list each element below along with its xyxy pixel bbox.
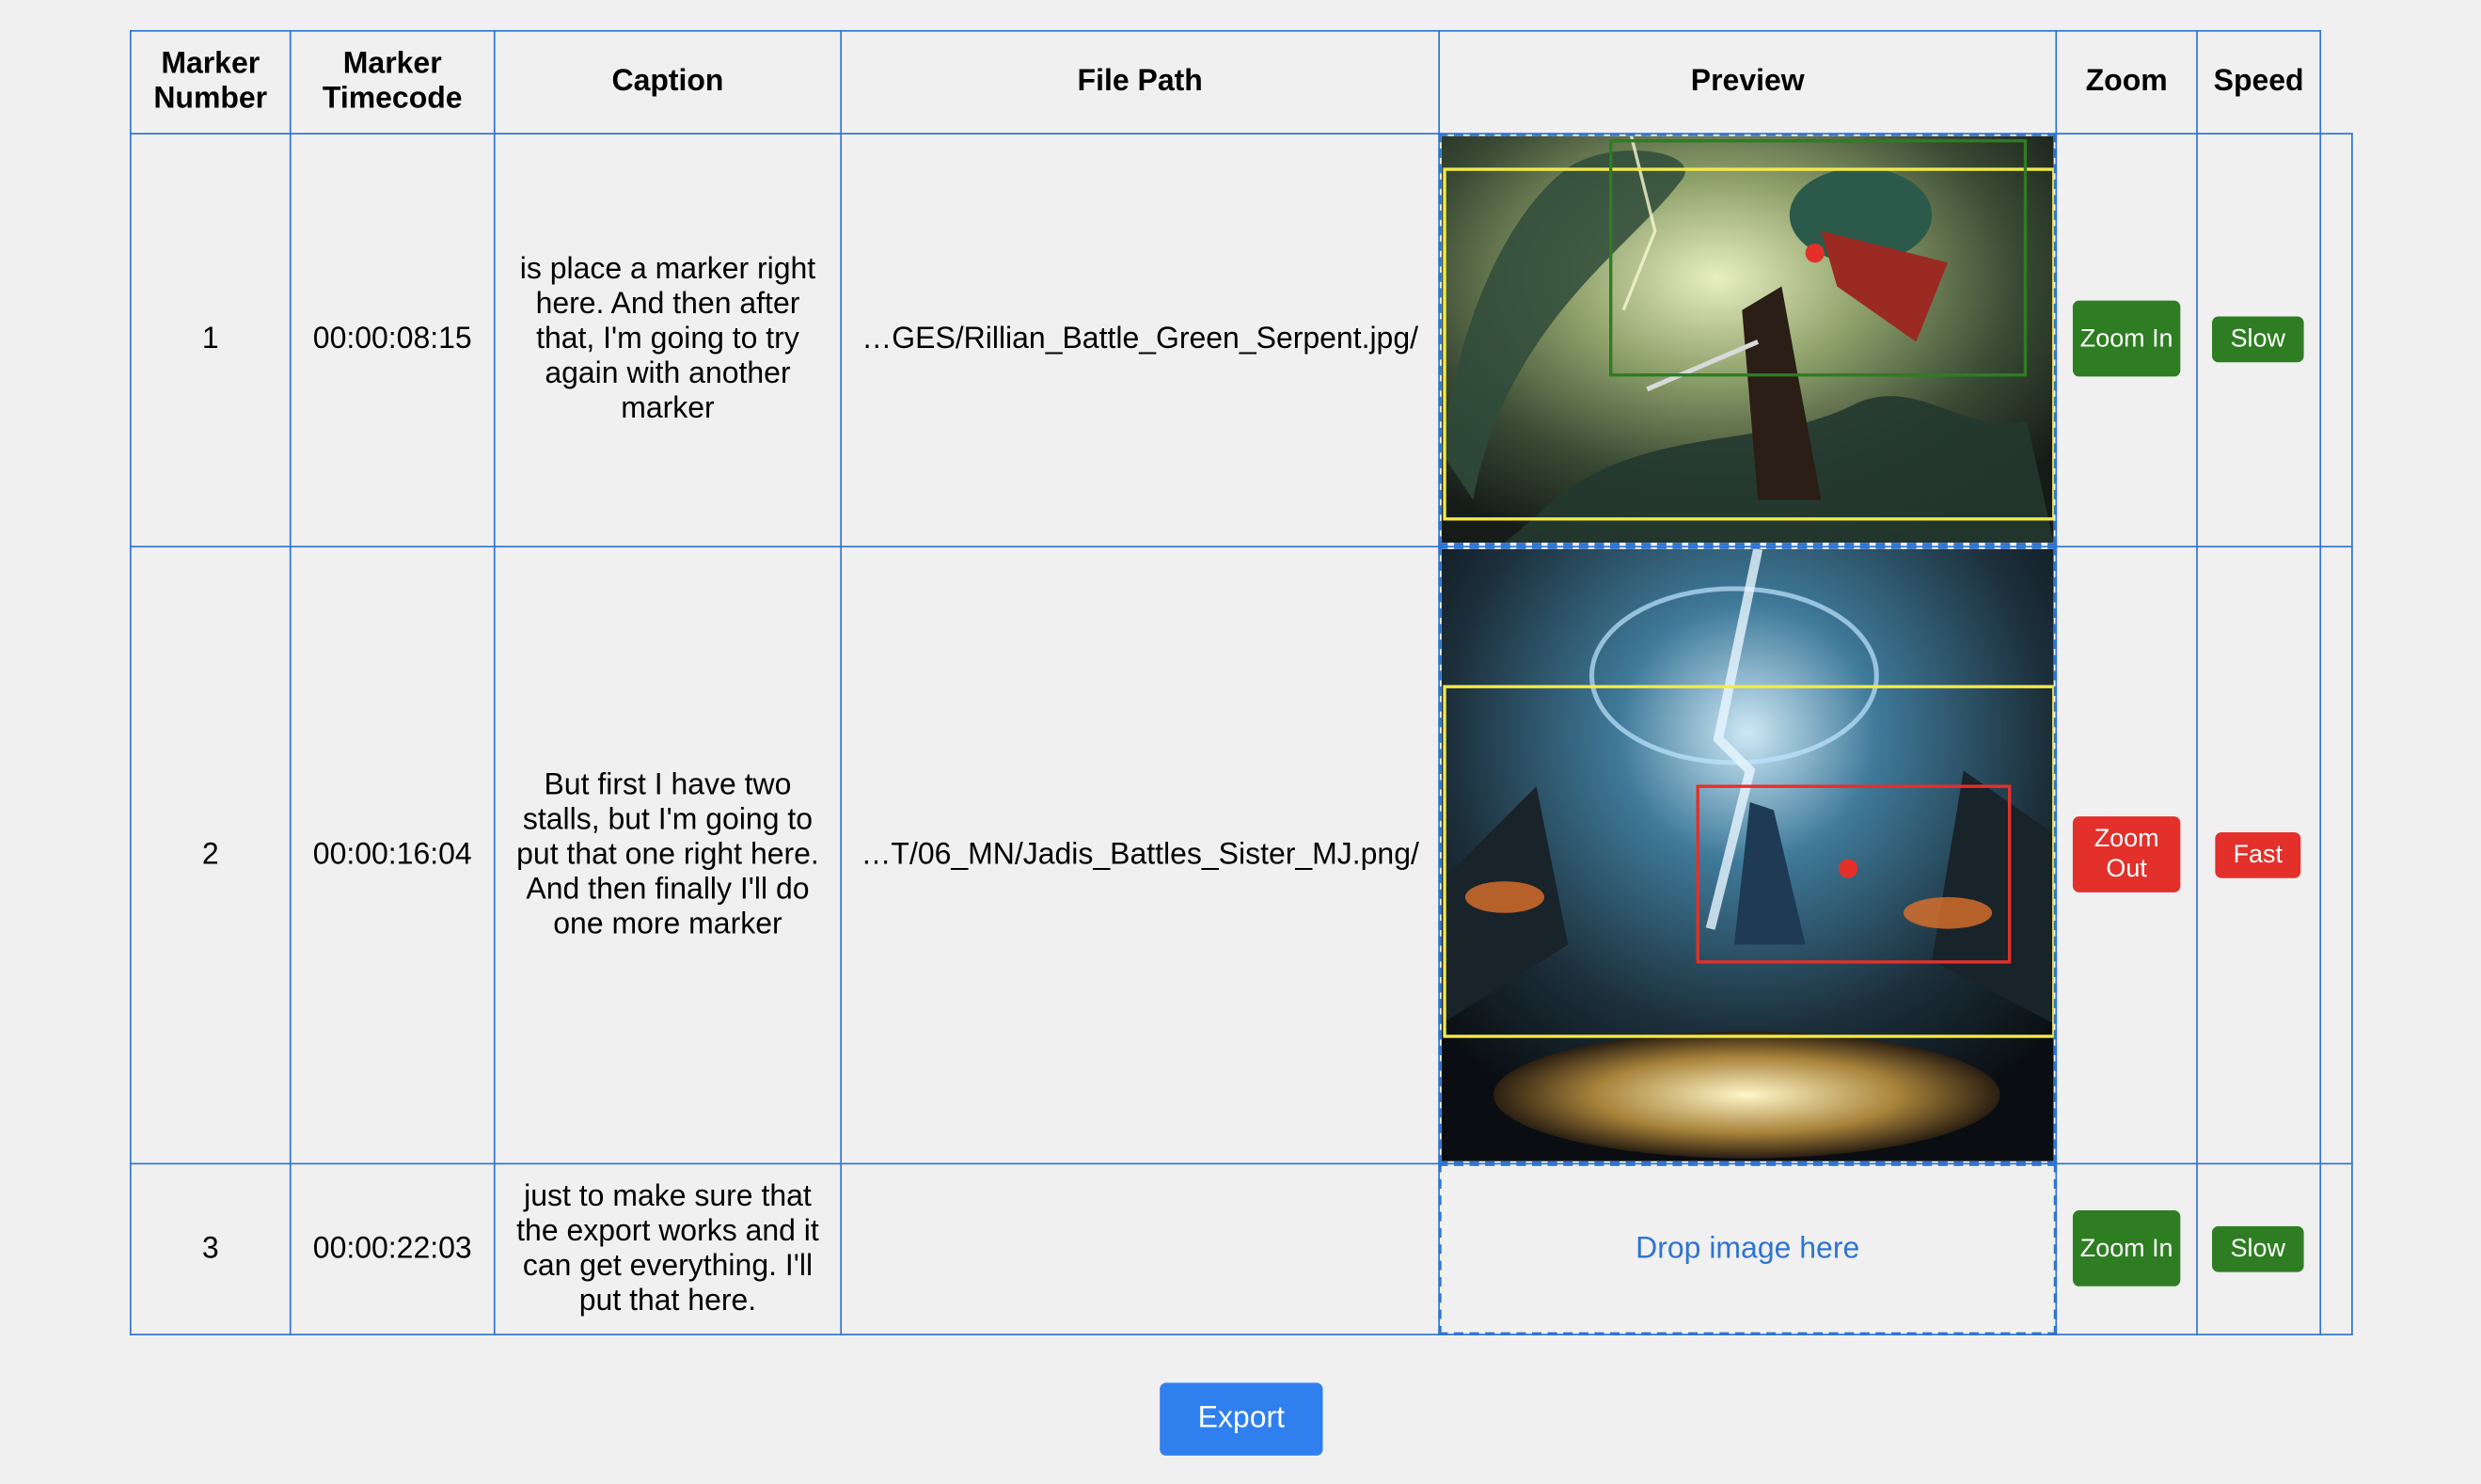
header-speed: Speed (2213, 64, 2304, 99)
preview-dropzone[interactable] (1438, 133, 2058, 546)
header-marker-number: Marker Number (153, 47, 268, 116)
marker-number: 1 (201, 323, 219, 356)
preview-dropzone[interactable] (1438, 545, 2058, 1165)
image-dropzone[interactable]: Drop image here (1438, 1162, 2058, 1335)
marker-number: 2 (201, 837, 219, 872)
header-preview: Preview (1690, 64, 1805, 99)
marker-number: 3 (201, 1231, 219, 1266)
marker-timecode: 00:00:08:15 (312, 323, 472, 356)
file-path: …T/06_MN/Jadis_Battles_Sister_MJ.png/ (861, 837, 1419, 872)
header-caption: Caption (611, 64, 724, 99)
marker-timecode: 00:00:22:03 (312, 1231, 472, 1266)
speed-toggle-button[interactable]: Slow (2211, 1225, 2304, 1272)
serpent-battle-image (1441, 135, 2054, 544)
marker-timecode: 00:00:16:04 (312, 837, 472, 872)
file-path: …GES/Rillian_Battle_Green_Serpent.jpg/ (861, 323, 1419, 356)
zoom-toggle-button[interactable]: Zoom In (2072, 300, 2181, 377)
speed-toggle-button[interactable]: Fast (2215, 831, 2301, 878)
export-button[interactable]: Export (1160, 1382, 1323, 1456)
marker-caption: But first I have two stalls, but I'm goi… (516, 767, 819, 941)
file-path (842, 1164, 1438, 1334)
header-marker-timecode: Marker Timecode (322, 47, 463, 116)
speed-toggle-button[interactable]: Slow (2211, 316, 2304, 363)
zoom-toggle-button[interactable]: Zoom In (2072, 1210, 2181, 1287)
marker-editor: Marker Number Marker Timecode Caption Fi… (0, 0, 2481, 1484)
marker-caption: just to make sure that the export works … (516, 1179, 819, 1318)
header-zoom: Zoom (2085, 64, 2168, 99)
zoom-toggle-button[interactable]: Zoom Out (2072, 816, 2181, 892)
header-file-path: File Path (1077, 64, 1203, 99)
marker-caption: is place a marker right here. And then a… (519, 253, 816, 426)
sorceress-battle-image (1441, 548, 2054, 1161)
